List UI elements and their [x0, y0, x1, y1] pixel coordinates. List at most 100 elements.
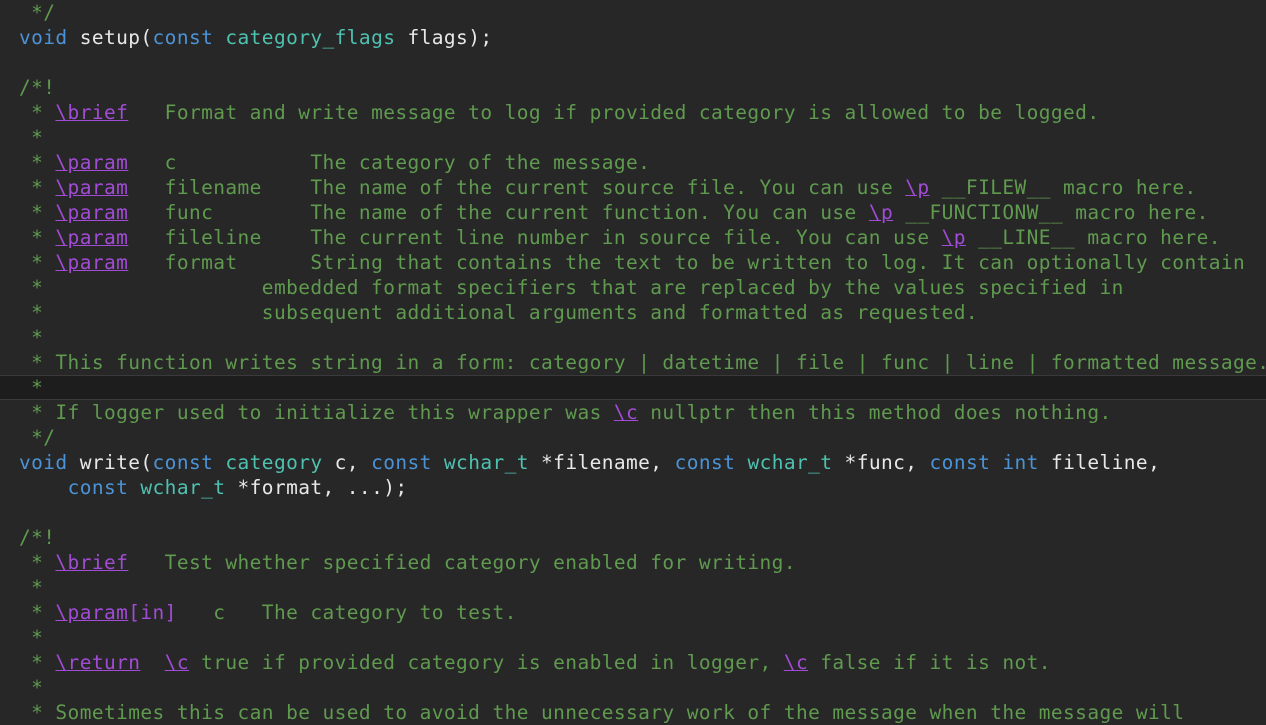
- doc-command-token: \param: [55, 226, 129, 249]
- code-line[interactable]: * If logger used to initialize this wrap…: [0, 400, 1266, 425]
- code-line[interactable]: */: [0, 425, 1266, 450]
- code-token: filename The name of the current source …: [128, 176, 906, 199]
- code-line[interactable]: * \param fileline The current line numbe…: [0, 225, 1266, 250]
- code-token: __LINE__ macro here.: [965, 226, 1221, 249]
- code-token: c The category of the message.: [128, 151, 651, 174]
- code-token: fileline The current line number in sour…: [128, 226, 942, 249]
- code-line[interactable]: */: [0, 0, 1266, 25]
- code-token: * embedded format specifiers that are re…: [19, 276, 1124, 299]
- code-token: * Sometimes this can be used to avoid th…: [19, 701, 1185, 724]
- code-token: *func,: [832, 451, 930, 474]
- code-token: *: [19, 201, 56, 224]
- code-line[interactable]: *: [0, 575, 1266, 600]
- code-token: *filename,: [528, 451, 675, 474]
- code-token: * subsequent additional arguments and fo…: [19, 301, 979, 324]
- code-line[interactable]: /*!: [0, 75, 1266, 100]
- code-line[interactable]: *: [0, 325, 1266, 350]
- code-line[interactable]: * \param format String that contains the…: [0, 250, 1266, 275]
- code-line[interactable]: * \return \c true if provided category i…: [0, 650, 1266, 675]
- code-token: func The name of the current function. Y…: [128, 201, 869, 224]
- code-token: format String that contains the text to …: [128, 251, 1246, 274]
- code-token: [in]: [128, 601, 177, 624]
- code-line[interactable]: *: [0, 675, 1266, 700]
- code-token: wchar_t: [443, 451, 529, 474]
- code-line[interactable]: * \param func The name of the current fu…: [0, 200, 1266, 225]
- code-token: const: [929, 451, 991, 474]
- code-token: true if provided category is enabled in …: [188, 651, 784, 674]
- code-token: *: [19, 126, 44, 149]
- doc-command-token: \param: [55, 251, 129, 274]
- code-token: false if it is not.: [808, 651, 1051, 674]
- code-line[interactable]: * embedded format specifiers that are re…: [0, 275, 1266, 300]
- code-token: /*!: [19, 76, 56, 99]
- code-token: __FILEW__ macro here.: [929, 176, 1197, 199]
- code-line[interactable]: * Sometimes this can be used to avoid th…: [0, 700, 1266, 725]
- code-token: int: [1002, 451, 1039, 474]
- code-line[interactable]: * \param filename The name of the curren…: [0, 175, 1266, 200]
- code-token: *: [19, 176, 56, 199]
- doc-command-token: \p: [868, 201, 894, 224]
- code-token: const: [152, 451, 214, 474]
- code-token: *: [19, 551, 56, 574]
- code-token: const: [67, 476, 129, 499]
- code-line[interactable]: [0, 500, 1266, 525]
- doc-command-token: \return: [55, 651, 141, 674]
- doc-command-token: \param: [55, 601, 129, 624]
- code-line[interactable]: const wchar_t *format, ...);: [0, 475, 1266, 500]
- doc-command-token: \c: [783, 651, 809, 674]
- code-editor[interactable]: */void setup(const category_flags flags)…: [0, 0, 1266, 724]
- doc-command-token: \brief: [55, 551, 129, 574]
- code-token: void: [19, 26, 68, 49]
- code-token: const: [371, 451, 432, 474]
- code-token: *: [19, 651, 56, 674]
- code-line[interactable]: * \param[in] c The category to test.: [0, 600, 1266, 625]
- code-token: *: [19, 326, 44, 349]
- code-token: */: [19, 1, 56, 24]
- code-line[interactable]: *: [0, 625, 1266, 650]
- code-token: fileline,: [1038, 451, 1161, 474]
- doc-command-token: \p: [905, 176, 930, 199]
- code-line[interactable]: * \brief Format and write message to log…: [0, 100, 1266, 125]
- code-token: * This function writes string in a form:…: [19, 351, 1266, 374]
- code-token: c,: [322, 451, 372, 474]
- code-token: *: [19, 576, 44, 599]
- code-token: __FUNCTIONW__ macro here.: [893, 201, 1209, 224]
- code-line[interactable]: * \param c The category of the message.: [0, 150, 1266, 175]
- code-token: *: [19, 251, 56, 274]
- code-token: write(: [67, 451, 153, 474]
- code-token: *: [19, 626, 44, 649]
- code-token: *: [19, 151, 56, 174]
- code-line[interactable]: * This function writes string in a form:…: [0, 350, 1266, 375]
- doc-command-token: \c: [613, 401, 639, 424]
- code-line[interactable]: * subsequent additional arguments and fo…: [0, 300, 1266, 325]
- code-token: *: [19, 601, 56, 624]
- code-token: *: [19, 676, 44, 699]
- code-token: *: [19, 226, 56, 249]
- code-token: wchar_t: [747, 451, 833, 474]
- code-line[interactable]: *: [0, 125, 1266, 150]
- code-token: void: [19, 451, 68, 474]
- code-token: *format, ...);: [225, 476, 408, 499]
- code-token: */: [19, 426, 56, 449]
- doc-command-token: \brief: [55, 101, 129, 124]
- doc-command-token: \param: [55, 176, 129, 199]
- code-line[interactable]: void setup(const category_flags flags);: [0, 25, 1266, 50]
- doc-command-token: \p: [941, 226, 966, 249]
- code-line[interactable]: * \brief Test whether specified category…: [0, 550, 1266, 575]
- code-token: category_flags: [225, 26, 396, 49]
- doc-command-token: \param: [55, 151, 129, 174]
- code-token: const: [152, 26, 214, 49]
- code-line[interactable]: void write(const category c, const wchar…: [0, 450, 1266, 475]
- code-line[interactable]: *: [0, 375, 1266, 400]
- code-line[interactable]: /*!: [0, 525, 1266, 550]
- code-token: * If logger used to initialize this wrap…: [19, 401, 614, 424]
- code-token: Test whether specified category enabled …: [128, 551, 796, 574]
- code-line[interactable]: [0, 50, 1266, 75]
